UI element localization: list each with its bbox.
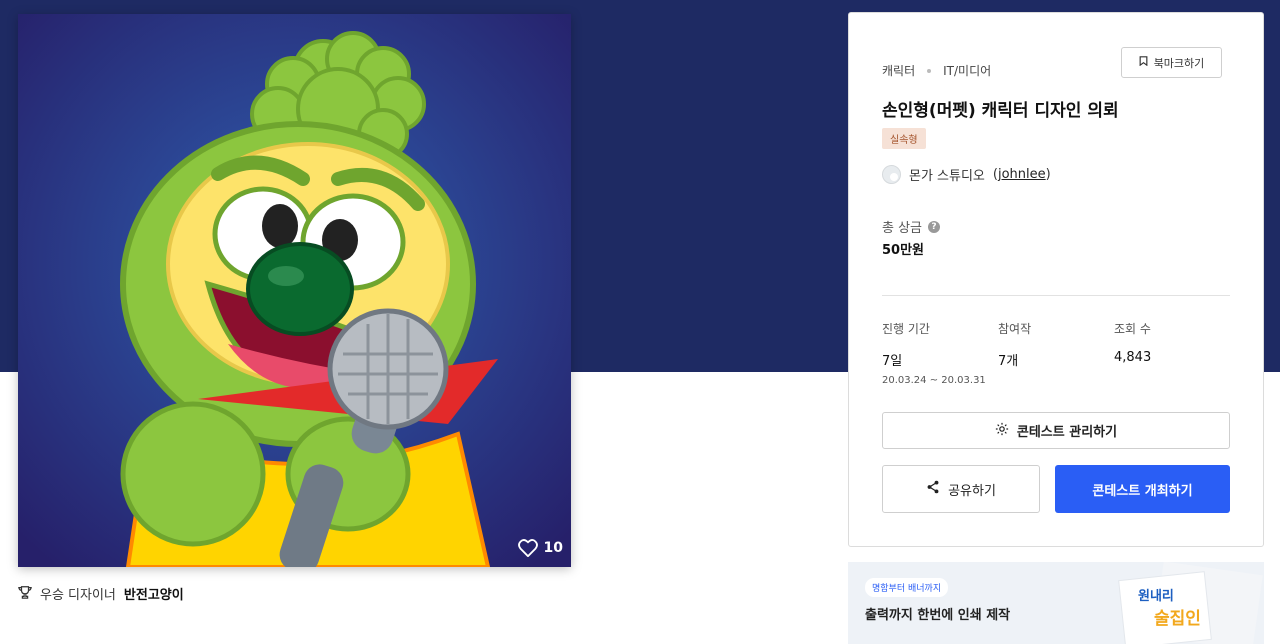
trophy-icon — [18, 585, 32, 603]
stat-period-range: 20.03.24 ~ 20.03.31 — [882, 375, 986, 386]
share-label: 공유하기 — [948, 483, 996, 499]
print-sample-illustration: 원내리 술집인 — [1118, 562, 1263, 644]
prize-value: 50만원 — [882, 243, 925, 258]
help-icon[interactable]: ? — [928, 220, 941, 233]
stat-views-label: 조회 수 — [1114, 322, 1151, 336]
contest-winning-image[interactable]: 10 — [18, 14, 571, 567]
divider — [882, 295, 1230, 296]
heart-icon — [517, 539, 538, 557]
category-main[interactable]: 캐릭터 — [882, 62, 915, 79]
stat-entries: 참여작 7개 — [998, 320, 1031, 369]
host-id-wrapper[interactable]: (johnlee) — [993, 167, 1051, 182]
category-sub[interactable]: IT/미디어 — [943, 62, 991, 79]
bookmark-label: 북마크하기 — [1153, 56, 1205, 70]
bookmark-button[interactable]: 북마크하기 — [1121, 47, 1222, 78]
bookmark-icon — [1139, 56, 1148, 69]
contest-title: 손인형(머펫) 캐릭터 디자인 의뢰 — [882, 101, 1119, 121]
stat-entries-value: 7개 — [998, 354, 1019, 369]
stat-period-label: 진행 기간 — [882, 322, 930, 336]
ad-text: 출력까지 한번에 인쇄 제작 — [865, 608, 1011, 623]
stat-period-value: 7일 — [882, 354, 903, 369]
stat-views: 조회 수 4,843 — [1114, 320, 1151, 365]
share-icon — [926, 480, 940, 498]
contest-info-panel: 캐릭터 IT/미디어 북마크하기 손인형(머펫) 캐릭터 디자인 의뢰 실속형 … — [848, 12, 1264, 547]
avatar — [882, 165, 901, 184]
puppet-character-illustration — [18, 14, 571, 567]
manage-contest-button[interactable]: 콘테스트 관리하기 — [882, 412, 1230, 449]
svg-text:원내리: 원내리 — [1138, 588, 1174, 604]
like-count[interactable]: 10 — [517, 539, 563, 557]
plan-badge: 실속형 — [882, 128, 926, 149]
host-id[interactable]: johnlee — [998, 167, 1046, 182]
host-contest-button[interactable]: 콘테스트 개최하기 — [1055, 465, 1230, 513]
winner-label: 우승 디자이너 — [40, 588, 116, 603]
svg-text:술집인: 술집인 — [1154, 609, 1201, 629]
stat-entries-label: 참여작 — [998, 322, 1032, 336]
winning-designer: 우승 디자이너 반전고양이 — [18, 584, 184, 603]
gear-icon — [995, 422, 1009, 440]
like-count-value: 10 — [543, 540, 563, 556]
winner-name[interactable]: 반전고양이 — [124, 584, 184, 603]
separator-dot — [927, 68, 932, 73]
manage-contest-label: 콘테스트 관리하기 — [1016, 425, 1118, 440]
host-info: 몬가 스튜디오 (johnlee) — [882, 165, 1051, 184]
share-button[interactable]: 공유하기 — [882, 465, 1040, 513]
prize-label: 총 상금 ? — [882, 217, 941, 236]
stat-period: 진행 기간 7일 20.03.24 ~ 20.03.31 — [882, 320, 986, 386]
ad-tag: 명함부터 배너까지 — [865, 578, 949, 597]
prize-label-text: 총 상금 — [882, 221, 923, 236]
host-name: 몬가 스튜디오 — [909, 169, 985, 184]
stat-views-value: 4,843 — [1114, 350, 1152, 365]
category-breadcrumb: 캐릭터 IT/미디어 — [882, 62, 991, 79]
print-ad-banner[interactable]: 명함부터 배너까지 출력까지 한번에 인쇄 제작 원내리 술집인 — [848, 562, 1264, 644]
